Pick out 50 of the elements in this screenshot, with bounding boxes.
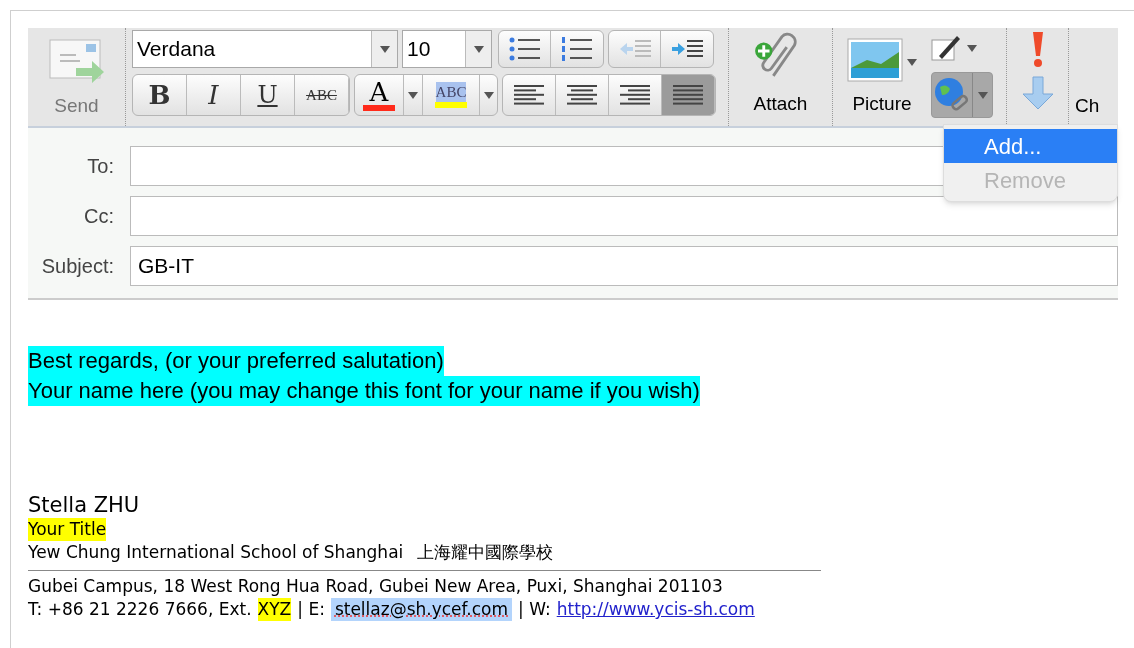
font-size-field[interactable]: 10 (402, 30, 492, 68)
contact-text: T: +86 21 2226 7666, Ext. (28, 598, 252, 621)
pen-icon (931, 34, 961, 62)
align-center-icon (566, 84, 598, 106)
school-name-chinese: 上海耀中國際學校 (417, 541, 554, 564)
signature-title: Your Title (28, 518, 107, 541)
caret-icon (483, 91, 494, 99)
picture-button[interactable]: Picture (833, 28, 931, 126)
numbered-list-icon (561, 37, 593, 61)
align-button[interactable] (662, 75, 715, 115)
contact-text: | W: (518, 598, 551, 621)
address-field[interactable]: GB-IT (130, 246, 1118, 286)
menu-item[interactable]: Add... (944, 129, 1117, 163)
bullet-list-icon (508, 37, 541, 61)
highlight-button[interactable]: ABC (423, 75, 479, 115)
align-justify-icon (672, 84, 704, 106)
attach-button[interactable]: Attach (729, 28, 833, 126)
exclamation-icon (1030, 30, 1045, 68)
contact-text: | E: (297, 598, 325, 621)
extension-text: XYZ (257, 598, 292, 621)
caret-icon (473, 45, 484, 53)
caret-icon (967, 44, 977, 52)
bold-button[interactable]: B (133, 75, 187, 115)
underline-button[interactable]: U (241, 75, 295, 115)
text-color-button[interactable]: A (355, 75, 403, 115)
school-name: Yew Chung International School of Shanghai (28, 541, 404, 564)
field-label: To: (86, 154, 115, 179)
send-button[interactable]: Send (28, 28, 126, 126)
email-address: stellaz@sh.ycef.com (330, 598, 512, 621)
address-field[interactable] (130, 196, 1118, 236)
landscape-picture-icon (847, 37, 903, 82)
caret-icon (907, 58, 917, 66)
italic-button[interactable]: I (187, 75, 241, 115)
align-right-icon (619, 84, 651, 106)
caret-icon (408, 91, 418, 99)
font-name: Verdana (136, 36, 217, 62)
caret-icon (379, 45, 390, 53)
toolbar-label: Ch (1074, 93, 1100, 118)
caret-icon (977, 91, 988, 99)
increase-indent-icon (670, 38, 704, 60)
signature-name: Stella ZHU (28, 492, 140, 518)
strike-button[interactable]: ABC (295, 75, 349, 115)
website-link[interactable]: http://www.ycis-sh.com (556, 598, 755, 621)
field-label: Cc: (83, 204, 115, 229)
address-line: Gubei Campus, 18 West Rong Hua Road, Gubei New Area, Puxi, Shanghai 201103 (28, 575, 723, 598)
font-name-field[interactable]: Verdana (132, 30, 398, 68)
font-size: 10 (406, 36, 432, 62)
align-left-icon (513, 84, 545, 106)
down-arrow-icon (1021, 76, 1054, 110)
field-label: Subject: (40, 254, 115, 279)
